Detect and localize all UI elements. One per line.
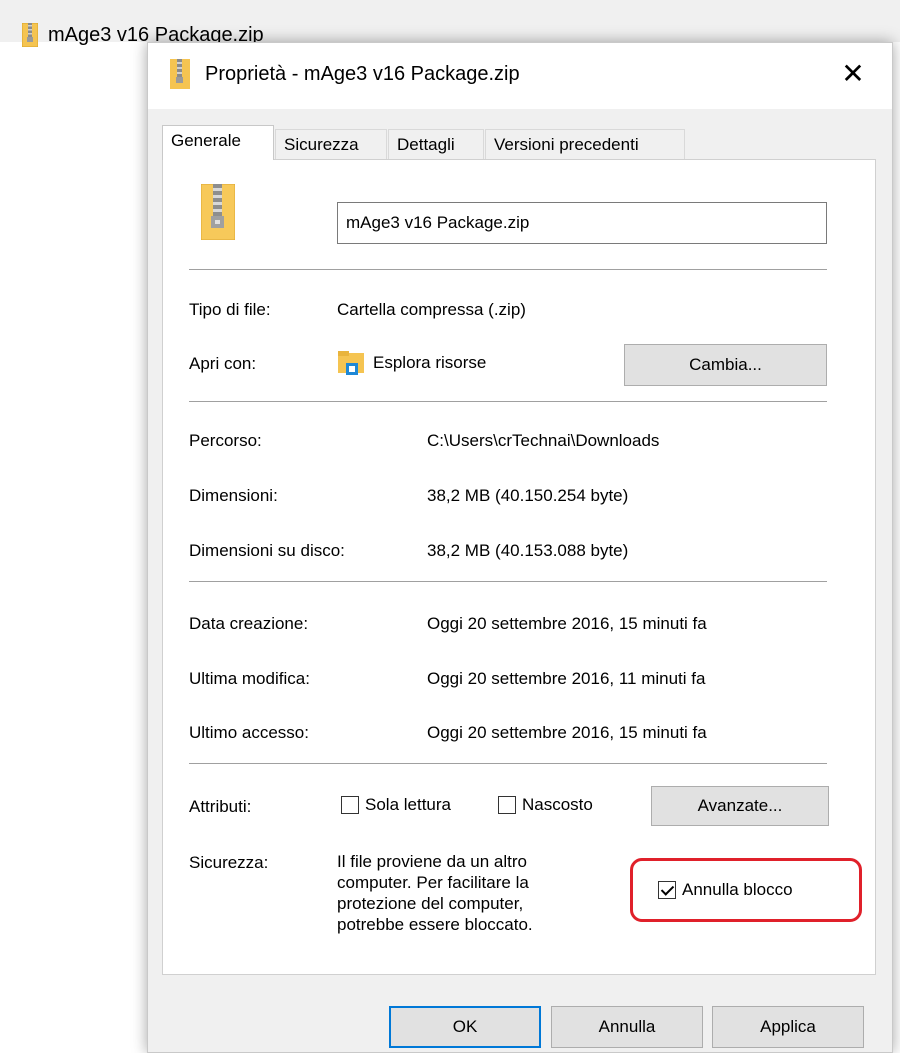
size-on-disk-value: 38,2 MB (40.153.088 byte) bbox=[427, 541, 629, 560]
security-message-line: computer. Per facilitare la bbox=[337, 873, 529, 892]
size-label: Dimensioni: bbox=[189, 486, 278, 505]
separator bbox=[189, 763, 827, 764]
tab-dettagli[interactable]: Dettagli bbox=[388, 129, 484, 159]
security-message: Il file proviene da un altro computer. P… bbox=[337, 851, 597, 935]
file-type-value: Cartella compressa (.zip) bbox=[337, 300, 526, 319]
created-label: Data creazione: bbox=[189, 614, 309, 633]
properties-dialog: Proprietà - mAge3 v16 Package.zip ✕ Gene… bbox=[147, 42, 893, 1053]
security-message-line: potrebbe essere bloccato. bbox=[337, 915, 533, 934]
read-only-checkbox[interactable]: Sola lettura bbox=[341, 795, 451, 815]
file-explorer-icon bbox=[337, 349, 365, 377]
zip-folder-large-icon bbox=[200, 183, 236, 241]
zip-folder-icon bbox=[170, 59, 190, 89]
unblock-label: Annulla blocco bbox=[682, 880, 793, 899]
change-button[interactable]: Cambia... bbox=[624, 344, 827, 386]
size-on-disk-label: Dimensioni su disco: bbox=[189, 541, 345, 560]
modified-label: Ultima modifica: bbox=[189, 669, 310, 688]
dialog-title: Proprietà - mAge3 v16 Package.zip bbox=[205, 63, 520, 85]
tab-sicurezza[interactable]: Sicurezza bbox=[275, 129, 387, 159]
title-bar[interactable]: Proprietà - mAge3 v16 Package.zip ✕ bbox=[148, 43, 892, 109]
advanced-button[interactable]: Avanzate... bbox=[651, 786, 829, 826]
open-with-value: Esplora risorse bbox=[373, 353, 487, 372]
security-message-line: Il file proviene da un altro bbox=[337, 852, 527, 871]
unblock-checkbox[interactable]: Annulla blocco bbox=[658, 880, 793, 900]
checkbox-box[interactable] bbox=[341, 796, 359, 814]
attributes-label: Attributi: bbox=[189, 797, 252, 816]
general-panel: Tipo di file: Cartella compressa (.zip) … bbox=[162, 159, 876, 975]
separator bbox=[189, 401, 827, 402]
separator bbox=[189, 269, 827, 270]
created-value: Oggi 20 settembre 2016, 15 minuti fa bbox=[427, 614, 707, 633]
security-label: Sicurezza: bbox=[189, 853, 269, 872]
checkbox-box-checked[interactable] bbox=[658, 881, 676, 899]
zip-folder-icon bbox=[21, 22, 39, 48]
close-icon[interactable]: ✕ bbox=[836, 57, 870, 91]
tab-versioni-precedenti[interactable]: Versioni precedenti bbox=[485, 129, 685, 159]
ok-button[interactable]: OK bbox=[389, 1006, 541, 1048]
file-name-input[interactable] bbox=[337, 202, 827, 244]
accessed-label: Ultimo accesso: bbox=[189, 723, 309, 742]
apply-button[interactable]: Applica bbox=[712, 1006, 864, 1048]
cancel-button[interactable]: Annulla bbox=[551, 1006, 703, 1048]
accessed-value: Oggi 20 settembre 2016, 15 minuti fa bbox=[427, 723, 707, 742]
tab-generale[interactable]: Generale bbox=[162, 125, 274, 160]
security-message-line: protezione del computer, bbox=[337, 894, 524, 913]
modified-value: Oggi 20 settembre 2016, 11 minuti fa bbox=[427, 669, 706, 688]
hidden-checkbox[interactable]: Nascosto bbox=[498, 795, 593, 815]
open-with-label: Apri con: bbox=[189, 354, 257, 373]
location-label: Percorso: bbox=[189, 431, 262, 450]
separator bbox=[189, 581, 827, 582]
checkbox-box[interactable] bbox=[498, 796, 516, 814]
hidden-label: Nascosto bbox=[522, 795, 593, 814]
file-type-label: Tipo di file: bbox=[189, 300, 271, 319]
read-only-label: Sola lettura bbox=[365, 795, 451, 814]
location-value: C:\Users\crTechnai\Downloads bbox=[427, 431, 660, 450]
size-value: 38,2 MB (40.150.254 byte) bbox=[427, 486, 629, 505]
